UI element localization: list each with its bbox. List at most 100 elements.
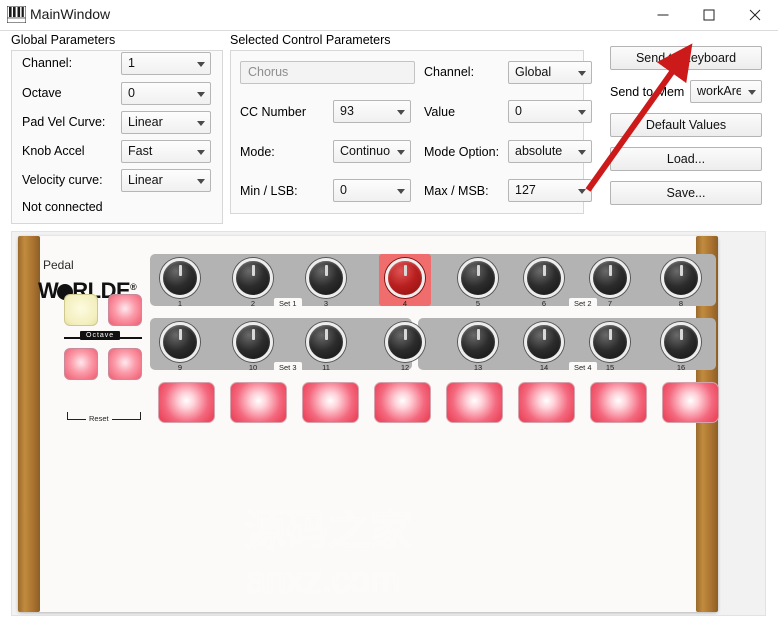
pad-7[interactable] [590,382,647,423]
label-mode: Mode: [240,145,275,159]
chevron-down-icon [197,92,205,97]
knob-number: 1 [177,299,183,308]
chevron-down-icon [397,189,405,194]
knob-16[interactable] [661,322,701,362]
reset-button-left[interactable] [64,348,98,380]
chevron-down-icon [397,150,405,155]
pad-8[interactable] [662,382,719,423]
knob-number: 13 [473,363,483,372]
combo-knob-accel-value: Fast [128,144,153,158]
selected-control-parameters-title: Selected Control Parameters [230,33,391,47]
knob-number: 3 [323,299,329,308]
label-pad-vel-curve: Pad Vel Curve: [22,115,106,129]
global-parameters-title: Global Parameters [11,33,116,47]
octave-down-button[interactable] [64,294,98,326]
knob-number: 5 [475,299,481,308]
knob-13[interactable] [458,322,498,362]
knob-9[interactable] [160,322,200,362]
knob-11[interactable] [306,322,346,362]
combo-velocity-curve[interactable]: Linear [121,169,211,192]
combo-sel-channel-value: Global [515,65,552,79]
knob-number: 14 [539,363,549,372]
knob-7[interactable] [590,258,630,298]
combo-knob-accel[interactable]: Fast [121,140,211,163]
combo-value[interactable]: 0 [508,100,592,123]
pad-2[interactable] [230,382,287,423]
pedal-label: Pedal [43,258,74,272]
knob-number: 4 [402,299,408,308]
knob-number: 8 [678,299,684,308]
octave-label: Octave [80,331,121,340]
reset-button-right[interactable] [108,348,142,380]
chevron-down-icon [397,110,405,115]
knob-number: 10 [248,363,258,372]
label-max-msb: Max / MSB: [424,184,489,198]
combo-max-msb-value: 127 [515,183,536,197]
combo-send-to-mem-value: workAre¦ [697,84,741,98]
label-knob-accel: Knob Accel [22,144,85,158]
device-panel: Pedal W RLDE® Octave Reset 1 2 3 4 5 6 7 … [18,236,719,612]
global-parameters-group [11,50,223,224]
chevron-down-icon [578,71,586,76]
combo-channel[interactable]: 1 [121,52,211,75]
knob-3[interactable] [306,258,346,298]
set-label-3: Set 3 [274,362,302,373]
combo-sel-channel[interactable]: Global [508,61,592,84]
set-label-2: Set 2 [569,298,597,309]
save-button[interactable]: Save... [610,181,762,205]
reset-label: Reset [86,414,112,423]
pad-1[interactable] [158,382,215,423]
knob-10[interactable] [233,322,273,362]
combo-mode[interactable]: Continuou [333,140,411,163]
chevron-down-icon [197,150,205,155]
knob-1[interactable] [160,258,200,298]
label-velocity-curve: Velocity curve: [22,173,103,187]
combo-octave[interactable]: 0 [121,82,211,105]
piano-keyboard-icon [7,6,26,23]
send-to-keyboard-button[interactable]: Send to Keyboard [610,46,762,70]
minimize-button[interactable] [640,0,686,30]
pad-6[interactable] [518,382,575,423]
load-button[interactable]: Load... [610,147,762,171]
default-values-button[interactable]: Default Values [610,113,762,137]
combo-value-value: 0 [515,104,522,118]
knob-number: 16 [676,363,686,372]
chevron-down-icon [748,90,756,95]
knob-number: 6 [541,299,547,308]
knob-8[interactable] [661,258,701,298]
knob-6[interactable] [524,258,564,298]
knob-5[interactable] [458,258,498,298]
combo-max-msb[interactable]: 127 [508,179,592,202]
device-image: Pedal W RLDE® Octave Reset 1 2 3 4 5 6 7 … [11,231,766,616]
combo-cc-number[interactable]: 93 [333,100,411,123]
knob-12[interactable] [385,322,425,362]
combo-min-lsb[interactable]: 0 [333,179,411,202]
combo-cc-number-value: 93 [340,104,354,118]
set-label-1: Set 1 [274,298,302,309]
label-mode-option: Mode Option: [424,145,500,159]
maximize-button[interactable] [686,0,732,30]
combo-send-to-mem[interactable]: workAre¦ [690,80,762,103]
combo-pad-vel-curve[interactable]: Linear [121,111,211,134]
combo-mode-option[interactable]: absolute [508,140,592,163]
window-title: MainWindow [30,6,111,22]
set-label-4: Set 4 [569,362,597,373]
chevron-down-icon [197,179,205,184]
control-name-input[interactable]: Chorus [240,61,415,84]
knob-2[interactable] [233,258,273,298]
pad-3[interactable] [302,382,359,423]
knob-4[interactable] [385,258,425,298]
pad-4[interactable] [374,382,431,423]
close-button[interactable] [732,0,778,30]
octave-up-button[interactable] [108,294,142,326]
knob-15[interactable] [590,322,630,362]
label-sel-channel: Channel: [424,65,475,79]
chevron-down-icon [578,110,586,115]
pad-5[interactable] [446,382,503,423]
combo-mode-option-value: absolute [515,144,563,158]
knob-14[interactable] [524,322,564,362]
chevron-down-icon [197,121,205,126]
label-channel: Channel: [22,56,73,70]
label-octave: Octave [22,86,62,100]
window-titlebar: MainWindow [0,0,778,31]
